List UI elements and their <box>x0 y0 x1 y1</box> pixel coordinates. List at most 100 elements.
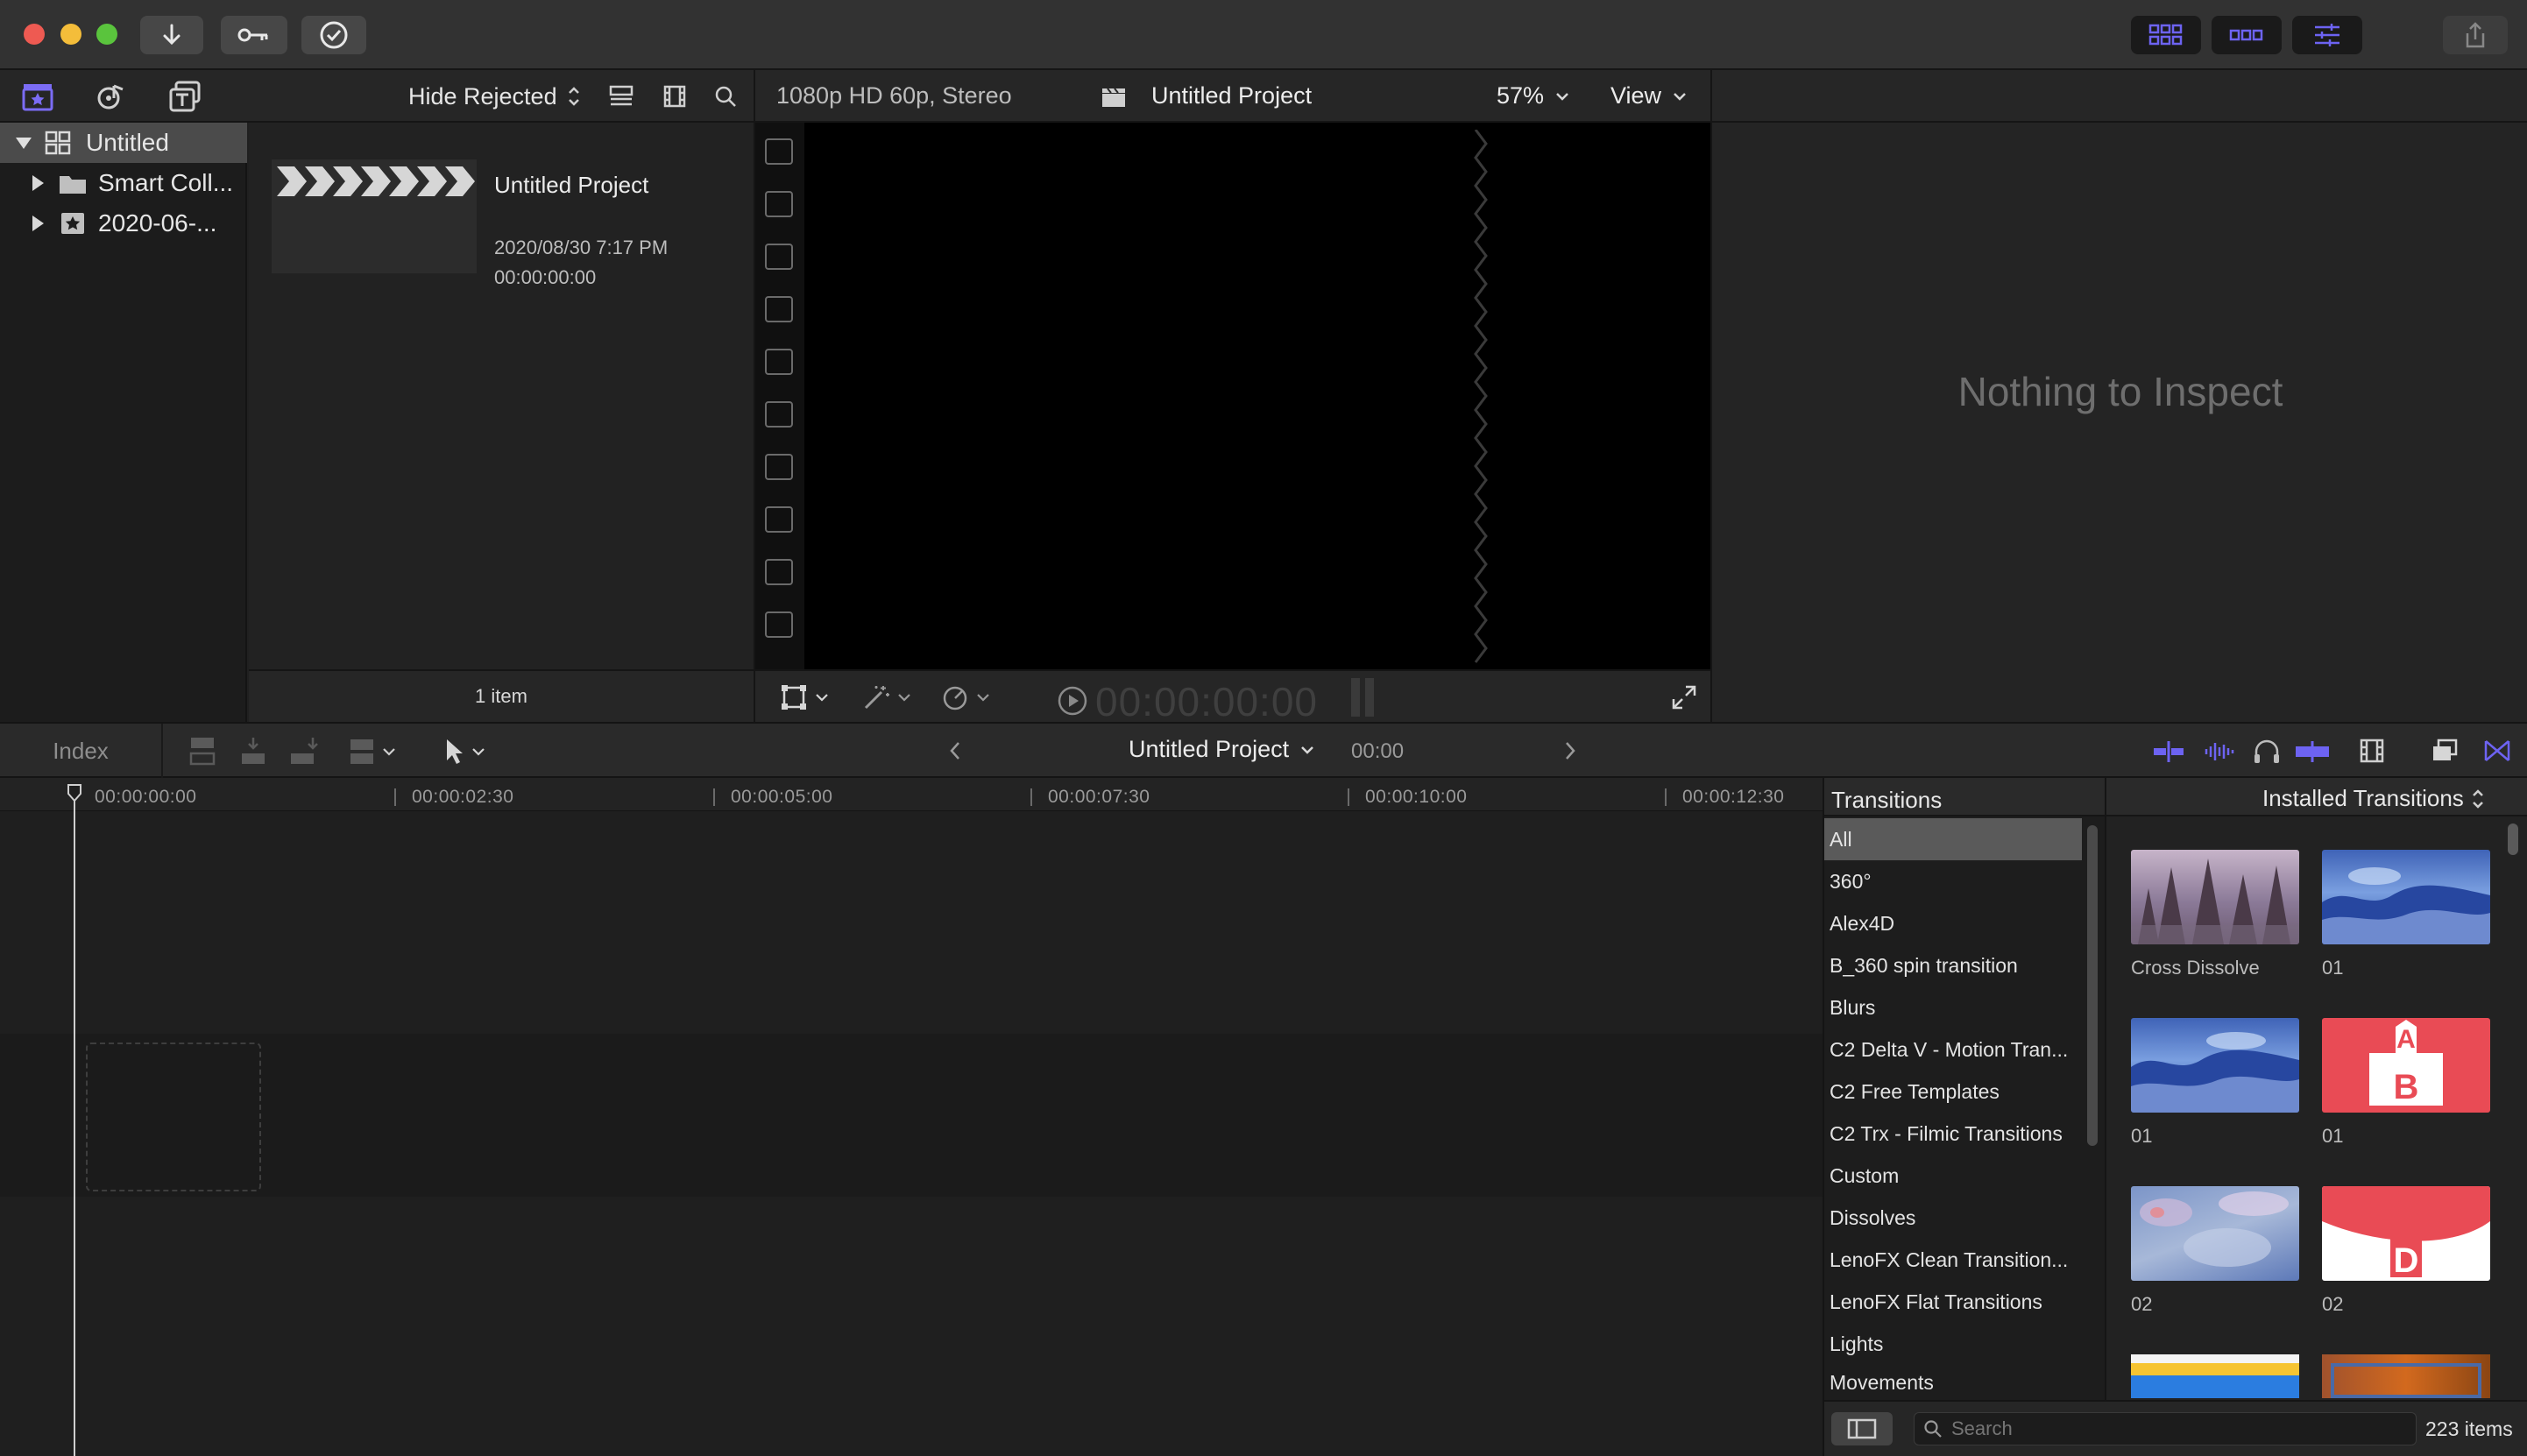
transition-thumbnail-partial[interactable] <box>2322 1354 2490 1398</box>
transition-thumbnail-02[interactable] <box>2131 1186 2299 1281</box>
tool-menu[interactable] <box>443 738 485 766</box>
up-down-chevron-icon <box>2472 788 2483 809</box>
transitions-search-field[interactable] <box>1914 1412 2417 1445</box>
view-menu[interactable]: View <box>1610 82 1688 110</box>
import-media-button[interactable] <box>140 16 203 54</box>
timeline-area[interactable] <box>0 778 1823 1456</box>
thumbnail-caption: Cross Dissolve <box>2131 957 2260 979</box>
category-item[interactable]: B_360 spin transition <box>1824 944 2082 986</box>
category-item[interactable]: C2 Trx - Filmic Transitions <box>1824 1113 2082 1155</box>
blue-waves-image <box>2322 867 2490 944</box>
library-untitled[interactable]: Untitled <box>0 123 247 163</box>
search-button[interactable] <box>713 84 738 109</box>
forward-chevron-icon[interactable] <box>1561 739 1579 762</box>
project-duration: 00:00:00:00 <box>494 266 597 288</box>
category-item[interactable]: Blurs <box>1824 986 2082 1028</box>
retime-menu[interactable] <box>941 683 990 711</box>
project-clip[interactable] <box>272 159 477 273</box>
skimming-icon[interactable] <box>2152 739 2185 764</box>
event-star-icon <box>61 213 84 234</box>
append-clip-icon[interactable] <box>289 736 319 767</box>
background-tasks-button[interactable] <box>301 16 366 54</box>
playhead-handle[interactable] <box>67 783 82 802</box>
effects-browser-icon[interactable] <box>2431 738 2459 764</box>
disclosure-closed-icon[interactable] <box>30 214 46 233</box>
grid-scrollbar[interactable] <box>2508 823 2518 855</box>
category-item[interactable]: Movements <box>1824 1365 2082 1400</box>
library-item-smart-collections[interactable]: Smart Coll... <box>0 163 247 203</box>
show-browser-button[interactable] <box>2131 16 2201 54</box>
primary-storyline-lane[interactable] <box>0 1034 1823 1197</box>
timeline-index-button[interactable]: Index <box>0 724 163 778</box>
close-window-button[interactable] <box>24 24 45 45</box>
zoom-value: 57% <box>1497 82 1545 109</box>
transitions-footer: 223 items <box>1824 1400 2527 1456</box>
category-item[interactable]: Alex4D <box>1824 902 2082 944</box>
connect-clip-icon[interactable] <box>188 736 217 767</box>
category-all[interactable]: All <box>1824 818 2082 860</box>
audio-skimming-icon[interactable] <box>2203 739 2236 764</box>
snapping-icon[interactable] <box>2294 739 2331 764</box>
transition-thumbnail-01[interactable] <box>2322 850 2490 944</box>
headphones-icon[interactable] <box>2252 738 2282 766</box>
insert-clip-icon[interactable] <box>238 736 268 767</box>
transition-thumbnail-01[interactable]: AB <box>2322 1018 2490 1113</box>
empty-storyline-placeholder[interactable] <box>86 1043 261 1191</box>
view-label: View <box>1610 82 1662 109</box>
disclosure-closed-icon[interactable] <box>30 173 46 193</box>
search-input[interactable] <box>1951 1417 2389 1440</box>
chevron-down-icon <box>1556 92 1568 101</box>
transition-thumbnail-01[interactable] <box>2131 1018 2299 1113</box>
viewer-canvas[interactable] <box>754 123 1710 669</box>
installed-transitions-menu[interactable]: Installed Transitions <box>2262 785 2485 812</box>
photos-audio-tab[interactable] <box>95 81 128 112</box>
disclosure-open-icon[interactable] <box>14 135 33 151</box>
category-item[interactable]: 360° <box>1824 860 2082 902</box>
film-sprocket <box>765 244 793 270</box>
play-button-icon[interactable] <box>1057 685 1088 717</box>
zoom-window-button[interactable] <box>96 24 117 45</box>
category-item[interactable]: LenoFX Clean Transition... <box>1824 1239 2082 1281</box>
download-arrow-icon <box>163 24 180 46</box>
enhancements-menu[interactable] <box>862 683 911 711</box>
keyword-editor-button[interactable] <box>221 16 287 54</box>
category-scrollbar[interactable] <box>2087 825 2098 1146</box>
libraries-tab[interactable] <box>21 81 54 112</box>
category-item[interactable]: C2 Free Templates <box>1824 1071 2082 1113</box>
timeline-duration: 00:00 <box>1351 739 1405 763</box>
clip-appearance-button[interactable] <box>608 84 634 109</box>
filmstrip-view-button[interactable] <box>662 84 687 109</box>
minimize-window-button[interactable] <box>60 24 81 45</box>
viewer-controls: 00:00:00:00 <box>754 669 1710 725</box>
forest-thumbnail-image <box>2131 859 2299 944</box>
show-inspector-button[interactable] <box>2292 16 2362 54</box>
category-item[interactable]: Dissolves <box>1824 1197 2082 1239</box>
clip-appearance-icon[interactable] <box>2359 738 2385 764</box>
category-item[interactable]: Lights <box>1824 1323 2082 1365</box>
category-item[interactable]: Custom <box>1824 1155 2082 1197</box>
library-item-event[interactable]: 2020-06-... <box>0 203 247 244</box>
transition-thumbnail-partial[interactable] <box>2131 1354 2299 1398</box>
timeline-project-menu[interactable]: Untitled Project <box>1129 736 1315 763</box>
category-item[interactable]: LenoFX Flat Transitions <box>1824 1281 2082 1323</box>
timecode-display[interactable]: 00:00:00:00 <box>1095 678 1318 725</box>
thumbnail-caption: 02 <box>2322 1293 2344 1315</box>
fullscreen-icon[interactable] <box>1670 683 1698 711</box>
category-item[interactable]: C2 Delta V - Motion Tran... <box>1824 1028 2082 1071</box>
clip-filter-popup[interactable]: Hide Rejected <box>408 81 582 112</box>
sidebar-icon <box>1847 1418 1877 1439</box>
transition-thumbnail-cross-dissolve[interactable] <box>2131 850 2299 944</box>
share-button[interactable] <box>2443 16 2508 54</box>
back-chevron-icon[interactable] <box>946 739 964 762</box>
transitions-browser-icon[interactable] <box>2483 738 2511 764</box>
titles-generators-tab[interactable] <box>168 81 202 112</box>
playhead[interactable] <box>74 788 75 1456</box>
timeline-ruler[interactable] <box>0 778 1823 811</box>
toggle-sidebar-button[interactable] <box>1831 1412 1893 1445</box>
torn-film-edge <box>1474 130 1488 663</box>
overwrite-menu[interactable] <box>347 736 396 767</box>
show-timeline-button[interactable] <box>2212 16 2282 54</box>
zoom-menu[interactable]: 57% <box>1497 82 1570 110</box>
transform-menu[interactable] <box>780 683 829 711</box>
transition-thumbnail-02[interactable]: D <box>2322 1186 2490 1281</box>
